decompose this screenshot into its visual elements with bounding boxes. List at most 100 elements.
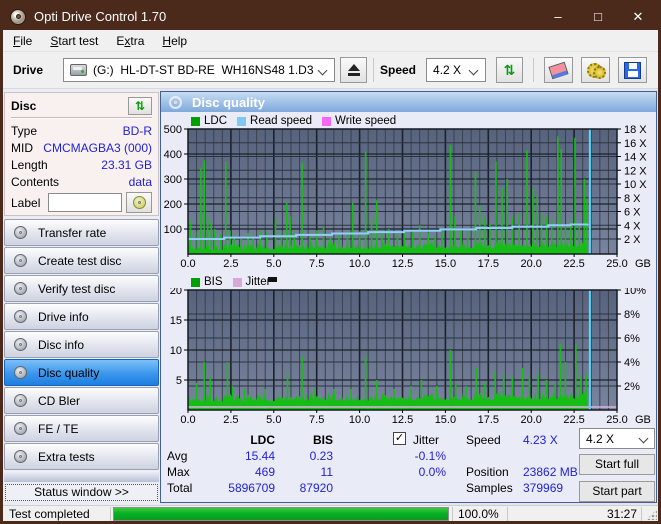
- svg-text:12.5: 12.5: [392, 414, 413, 426]
- svg-text:6 X: 6 X: [624, 207, 641, 219]
- eject-button[interactable]: [340, 57, 367, 83]
- svg-text:GB: GB: [635, 414, 651, 426]
- start-part-button[interactable]: Start part: [579, 481, 655, 502]
- status-window-button[interactable]: Status window >>: [5, 484, 158, 501]
- bis-column-header: BIS: [312, 433, 333, 447]
- svg-text:400: 400: [164, 149, 182, 161]
- disc-icon: [169, 95, 182, 109]
- svg-text:5.0: 5.0: [266, 414, 281, 426]
- chevron-down-icon: [468, 65, 479, 76]
- svg-text:500: 500: [164, 124, 182, 136]
- menu-item-extra[interactable]: Extra: [108, 32, 152, 50]
- sidebar-item-create-test-disc[interactable]: Create test disc: [4, 247, 159, 274]
- disc-info-label: Type: [11, 123, 38, 138]
- sidebar-item-label: CD Bler: [38, 393, 81, 408]
- maximize-button[interactable]: □: [578, 3, 618, 30]
- start-full-button[interactable]: Start full: [579, 454, 655, 475]
- test-speed-select[interactable]: 4.2 X: [579, 428, 655, 449]
- sidebar-item-cd-bler[interactable]: CD Bler: [4, 387, 159, 414]
- disc-info-panel: Disc ⇅ Type BD-R MID CMCMAGBA3 (000) Length 2…: [4, 92, 159, 216]
- refresh-disc-button[interactable]: ⇅: [128, 97, 152, 115]
- sidebar-item-extra-tests[interactable]: Extra tests: [4, 443, 159, 470]
- statusbar-separator: [641, 507, 642, 521]
- speed-stat-label: Speed: [466, 433, 501, 447]
- sidebar-item-fe-te[interactable]: FE / TE: [4, 415, 159, 442]
- disc-info-row-length: Length 23.31 GB: [11, 156, 152, 173]
- svg-text:100: 100: [164, 224, 182, 236]
- svg-text:20: 20: [170, 288, 182, 297]
- floppy-save-icon: [624, 61, 642, 79]
- sidebar-item-disc-info[interactable]: Disc info: [4, 331, 159, 358]
- disc-info-row-type: Type BD-R: [11, 122, 152, 139]
- refresh-icon: ⇅: [134, 99, 146, 113]
- divider: [11, 117, 152, 119]
- svg-text:25.0: 25.0: [606, 414, 627, 426]
- sidebar-item-disc-quality[interactable]: Disc quality: [4, 359, 159, 386]
- sidebar-item-label: FE / TE: [38, 421, 79, 436]
- disc-info-label: Length: [11, 157, 48, 172]
- sidebar-item-label: Transfer rate: [38, 225, 107, 240]
- elapsed-time: 31:27: [606, 506, 637, 521]
- drive-select[interactable]: (G:) HL-DT-ST BD-RE WH16NS48 1.D3: [63, 58, 335, 82]
- speed-select-value: 4.2 X: [433, 63, 462, 77]
- sidebar-item-verify-test-disc[interactable]: Verify test disc: [4, 275, 159, 302]
- disc-icon: [14, 450, 27, 463]
- sidebar-item-transfer-rate[interactable]: Transfer rate: [4, 219, 159, 246]
- progress-percent: 100.0%: [458, 506, 499, 521]
- svg-text:15.0: 15.0: [435, 414, 456, 426]
- total-bis-value: 87920: [299, 481, 333, 495]
- svg-text:18 X: 18 X: [624, 124, 647, 136]
- disc-icon: [14, 422, 27, 435]
- disc-icon: [132, 196, 146, 209]
- settings-button[interactable]: [581, 57, 611, 83]
- drive-label: Drive: [13, 63, 44, 77]
- menu-item-file[interactable]: File: [5, 32, 40, 50]
- svg-text:2.5: 2.5: [223, 258, 238, 270]
- chevron-down-icon: [638, 433, 649, 444]
- save-button[interactable]: [618, 57, 648, 83]
- svg-text:12.5: 12.5: [392, 258, 413, 270]
- label-input[interactable]: [48, 193, 123, 212]
- sidebar-item-label: Extra tests: [38, 449, 95, 464]
- total-ldc-value: 5896709: [228, 481, 275, 495]
- drive-select-value: (G:) HL-DT-ST BD-RE WH16NS48 1.D3: [93, 63, 314, 77]
- resize-grip[interactable]: [646, 509, 657, 520]
- speed-select[interactable]: 4.2 X: [426, 58, 487, 82]
- refresh-icon: ⇅: [503, 62, 516, 78]
- svg-text:8%: 8%: [624, 309, 640, 321]
- disc-icon: [14, 282, 27, 295]
- menu-item-help[interactable]: Help: [154, 32, 195, 50]
- sidebar-item-label: Drive info: [38, 309, 89, 324]
- sidebar: Disc ⇅ Type BD-R MID CMCMAGBA3 (000) Length 2…: [3, 89, 160, 505]
- minimize-button[interactable]: –: [538, 3, 578, 30]
- title-bar[interactable]: Opti Drive Control 1.70 – □ ✕: [3, 3, 658, 30]
- write-label-button[interactable]: [126, 192, 152, 213]
- toolbar: Drive (G:) HL-DT-ST BD-RE WH16NS48 1.D3 …: [3, 52, 658, 89]
- svg-text:6%: 6%: [624, 333, 640, 345]
- menu-bar: File Start test Extra Help: [3, 30, 658, 52]
- svg-text:16 X: 16 X: [624, 138, 647, 150]
- jitter-checkbox[interactable]: ✓: [393, 432, 406, 445]
- svg-text:5.0: 5.0: [266, 258, 281, 270]
- erase-disc-button[interactable]: [544, 57, 574, 83]
- svg-text:12 X: 12 X: [624, 165, 647, 177]
- svg-text:4%: 4%: [624, 357, 640, 369]
- refresh-drives-button[interactable]: ⇅: [496, 57, 524, 83]
- max-bis-value: 11: [320, 465, 333, 479]
- ldc-column-header: LDC: [250, 433, 275, 447]
- sidebar-item-drive-info[interactable]: Drive info: [4, 303, 159, 330]
- chevron-down-icon: [317, 65, 328, 76]
- panel-title: Disc quality: [192, 94, 265, 110]
- menu-item-start-test[interactable]: Start test: [42, 32, 106, 50]
- svg-text:17.5: 17.5: [478, 414, 499, 426]
- disc-info-value: BD-R: [122, 123, 152, 138]
- close-button[interactable]: ✕: [618, 3, 658, 30]
- progress-fill: [114, 508, 448, 520]
- svg-text:300: 300: [164, 174, 182, 186]
- avg-row-label: Avg: [167, 449, 188, 463]
- svg-text:7.5: 7.5: [309, 258, 324, 270]
- drive-icon: [70, 64, 87, 76]
- status-text: Test completed: [9, 506, 90, 521]
- legend-marker: [268, 277, 277, 282]
- max-row-label: Max: [167, 465, 190, 479]
